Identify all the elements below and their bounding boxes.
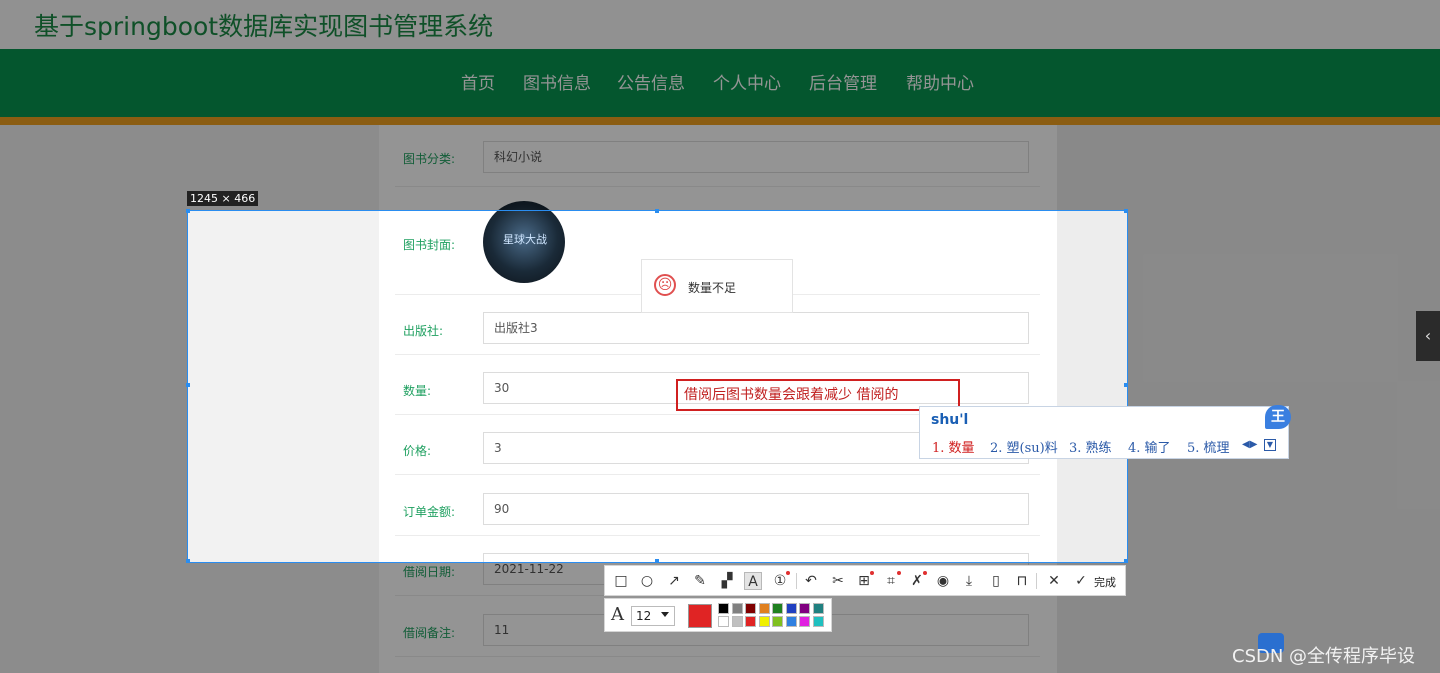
- text-tool-icon[interactable]: A: [744, 572, 762, 590]
- ime-candidate[interactable]: 3. 熟练: [1069, 437, 1112, 456]
- frown-icon: ☹: [654, 274, 676, 296]
- font-size-icon: A: [611, 604, 624, 625]
- phone-icon[interactable]: ▯: [987, 572, 1005, 590]
- close-icon[interactable]: ✕: [1045, 572, 1063, 590]
- done-button[interactable]: 完成: [1094, 574, 1116, 590]
- color-swatch[interactable]: [745, 603, 756, 614]
- new-badge: [923, 571, 927, 575]
- record-icon[interactable]: ◉: [934, 572, 952, 590]
- current-color-swatch[interactable]: [688, 604, 712, 628]
- color-swatch[interactable]: [812, 603, 824, 614]
- selection-size-label: 1245 × 466: [187, 191, 259, 206]
- undo-icon[interactable]: ↶: [802, 572, 820, 590]
- dim-overlay-top: [0, 0, 1440, 211]
- mosaic-tool-icon[interactable]: ▞: [718, 572, 736, 590]
- resize-handle[interactable]: [1124, 559, 1128, 563]
- check-icon[interactable]: ✓: [1072, 572, 1090, 590]
- resize-handle[interactable]: [655, 559, 659, 563]
- color-swatch[interactable]: [785, 616, 797, 627]
- color-swatch[interactable]: [758, 616, 770, 627]
- new-badge: [897, 571, 901, 575]
- pencil-tool-icon[interactable]: ✎: [691, 572, 709, 590]
- color-swatch[interactable]: [799, 616, 810, 627]
- color-swatch[interactable]: [758, 603, 770, 614]
- resize-handle[interactable]: [1124, 383, 1128, 387]
- arrow-tool-icon[interactable]: ↗: [665, 572, 683, 590]
- download-icon[interactable]: ⤓: [960, 572, 978, 590]
- toolbar-separator: [796, 573, 797, 589]
- ime-candidate[interactable]: 4. 输了: [1128, 437, 1171, 456]
- error-toast: ☹ 数量不足: [641, 259, 793, 313]
- rectangle-tool-icon[interactable]: □: [612, 572, 630, 590]
- ime-candidate[interactable]: 1. 数量: [932, 437, 975, 456]
- ime-candidate[interactable]: 5. 梳理: [1187, 437, 1230, 456]
- ime-page-arrows-icon[interactable]: ◀▶: [1242, 439, 1257, 450]
- color-swatch[interactable]: [718, 616, 729, 627]
- text-annotation[interactable]: 借阅后图书数量会跟着减少 借阅的: [676, 379, 960, 411]
- color-swatch[interactable]: [785, 603, 797, 614]
- bookmark-icon[interactable]: ⊓: [1013, 572, 1031, 590]
- resize-handle[interactable]: [186, 383, 190, 387]
- color-swatch[interactable]: [799, 603, 810, 614]
- resize-handle[interactable]: [1124, 209, 1128, 213]
- toast-message: 数量不足: [688, 281, 737, 295]
- color-swatch[interactable]: [731, 616, 743, 627]
- color-swatch[interactable]: [772, 603, 783, 614]
- ime-candidate[interactable]: 2. 塑(su)料: [990, 437, 1058, 456]
- ime-candidate-window: shu'l 1. 数量 2. 塑(su)料 3. 熟练 4. 输了 5. 梳理: [919, 406, 1289, 459]
- scissors-icon[interactable]: ✂: [829, 572, 847, 590]
- dim-overlay-right: [1127, 211, 1440, 562]
- color-swatch[interactable]: [772, 616, 783, 627]
- ime-logo-icon: 王: [1265, 405, 1291, 429]
- ime-expand-icon[interactable]: ▼: [1264, 439, 1276, 451]
- chevron-down-icon[interactable]: [661, 612, 669, 617]
- resize-handle[interactable]: [186, 559, 190, 563]
- watermark: CSDN @全传程序毕设: [1232, 646, 1416, 667]
- ime-composition: shu'l: [931, 412, 969, 428]
- color-swatch[interactable]: [731, 603, 743, 614]
- color-swatch[interactable]: [745, 616, 756, 627]
- resize-handle[interactable]: [655, 209, 659, 213]
- annotation-toolbar: □ ○ ↗ ✎ ▞ A ① ↶ ✂ ⊞ ⌗ ✗ ◉ ⤓ ▯ ⊓ ✕ ✓ 完成: [604, 565, 1126, 596]
- color-swatch[interactable]: [718, 603, 729, 614]
- new-badge: [870, 571, 874, 575]
- new-badge: [786, 571, 790, 575]
- dim-overlay-left: [0, 211, 188, 562]
- ellipse-tool-icon[interactable]: ○: [638, 572, 656, 590]
- color-swatch[interactable]: [812, 616, 824, 627]
- resize-handle[interactable]: [186, 209, 190, 213]
- toolbar-separator: [1036, 573, 1037, 589]
- chevron-left-icon[interactable]: ‹: [1416, 311, 1440, 361]
- text-style-bar: A 12: [604, 598, 832, 632]
